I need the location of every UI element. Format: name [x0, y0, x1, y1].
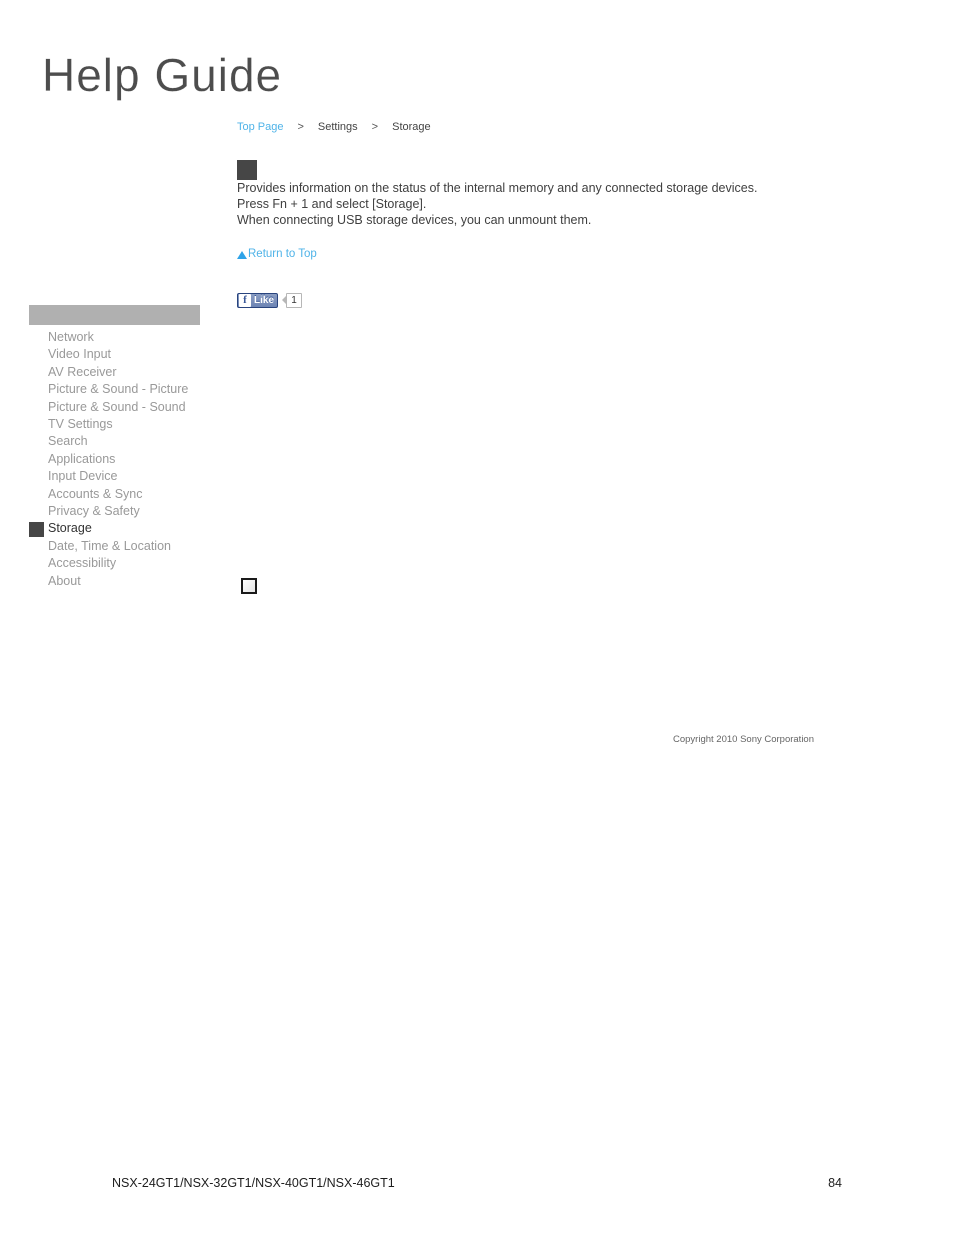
sidebar-item-label: Network	[48, 330, 94, 344]
copyright-notice: Copyright 2010 Sony Corporation	[673, 734, 815, 745]
sidebar-item-label: About	[48, 573, 81, 588]
main-content: Provides information on the status of th…	[237, 160, 857, 309]
footer-model-numbers: NSX-24GT1/NSX-32GT1/NSX-40GT1/NSX-46GT1	[112, 1176, 395, 1190]
sidebar-item-video-input[interactable]: Video Input	[29, 346, 200, 363]
sidebar-item-label: Video Input	[48, 347, 112, 362]
sidebar-item-av-receiver[interactable]: AV Receiver	[29, 364, 200, 381]
sidebar-item-label: Date, Time & Location	[48, 538, 171, 553]
breadcrumb-link-top-page[interactable]: Top Page	[237, 121, 283, 133]
sidebar-item-label: Picture & Sound - Sound	[48, 399, 186, 414]
sidebar: Network Video Input AV Receiver Picture & S…	[29, 305, 200, 590]
masthead: Help Guide	[42, 48, 462, 104]
facebook-like-label: Like	[254, 294, 275, 306]
sidebar-item-label: Storage	[48, 521, 92, 536]
breadcrumb-item-current: Storage	[392, 121, 431, 133]
breadcrumb-separator: >	[297, 121, 304, 133]
sidebar-item-label: Input Device	[48, 469, 118, 484]
sidebar-item-network[interactable]: Network	[29, 329, 200, 346]
sidebar-item-label: TV Settings	[48, 417, 113, 432]
body-paragraph: Press Fn + 1 and select [Storage].	[237, 197, 427, 211]
sidebar-item-tv-settings[interactable]: TV Settings	[29, 416, 200, 433]
sidebar-item-privacy-safety[interactable]: Privacy & Safety	[29, 503, 200, 520]
sidebar-item-applications[interactable]: Applications	[29, 451, 200, 468]
sidebar-item-search[interactable]: Search	[29, 433, 200, 450]
body-paragraph: Provides information on the status of th…	[237, 181, 758, 195]
sidebar-item-input-device[interactable]: Input Device	[29, 468, 200, 485]
sidebar-item-label: Accessibility	[48, 556, 117, 571]
sidebar-item-date-time-location[interactable]: Date, Time & Location	[29, 538, 200, 555]
heading-image-placeholder-icon	[237, 160, 257, 180]
return-to-top-link[interactable]: Return to Top	[237, 248, 317, 261]
triangle-up-icon	[237, 250, 247, 259]
facebook-like-button[interactable]: f Like	[237, 292, 279, 308]
sidebar-item-picture-sound-picture[interactable]: Picture & Sound - Picture	[29, 381, 200, 398]
sidebar-item-label: Search	[48, 434, 88, 449]
sidebar-menu: Network Video Input AV Receiver Picture & S…	[29, 325, 200, 590]
footer-page-number: 84	[828, 1176, 842, 1190]
facebook-like-count: 1	[286, 292, 303, 308]
sidebar-item-accessibility[interactable]: Accessibility	[29, 555, 200, 572]
sidebar-header-bar	[29, 305, 200, 325]
sidebar-item-about[interactable]: About	[29, 573, 200, 590]
sidebar-item-label: Privacy & Safety	[48, 504, 140, 519]
facebook-like-widget: f Like 1	[237, 292, 857, 309]
sidebar-item-label: Accounts & Sync	[48, 486, 143, 501]
bottom-image-placeholder-icon	[241, 578, 257, 594]
sidebar-item-label: Applications	[48, 451, 116, 466]
active-item-marker-icon	[29, 522, 44, 538]
breadcrumb-separator: >	[371, 121, 379, 133]
return-to-top-label: Return to Top	[248, 248, 317, 260]
body-paragraph: When connecting USB storage devices, you…	[237, 213, 592, 227]
sidebar-item-accounts-sync[interactable]: Accounts & Sync	[29, 486, 200, 503]
sidebar-item-picture-sound-sound[interactable]: Picture & Sound - Sound	[29, 399, 200, 416]
page-footer: NSX-24GT1/NSX-32GT1/NSX-40GT1/NSX-46GT1 …	[112, 1176, 842, 1190]
sidebar-item-label: AV Receiver	[48, 364, 117, 379]
page-title: Help Guide	[42, 49, 283, 101]
facebook-f-icon: f	[239, 293, 251, 307]
sidebar-item-label: Picture & Sound - Picture	[48, 382, 189, 397]
breadcrumb-item-settings[interactable]: Settings	[318, 121, 358, 133]
sidebar-item-storage[interactable]: Storage	[29, 520, 200, 538]
breadcrumb: Top Page > Settings > Storage	[237, 120, 431, 135]
